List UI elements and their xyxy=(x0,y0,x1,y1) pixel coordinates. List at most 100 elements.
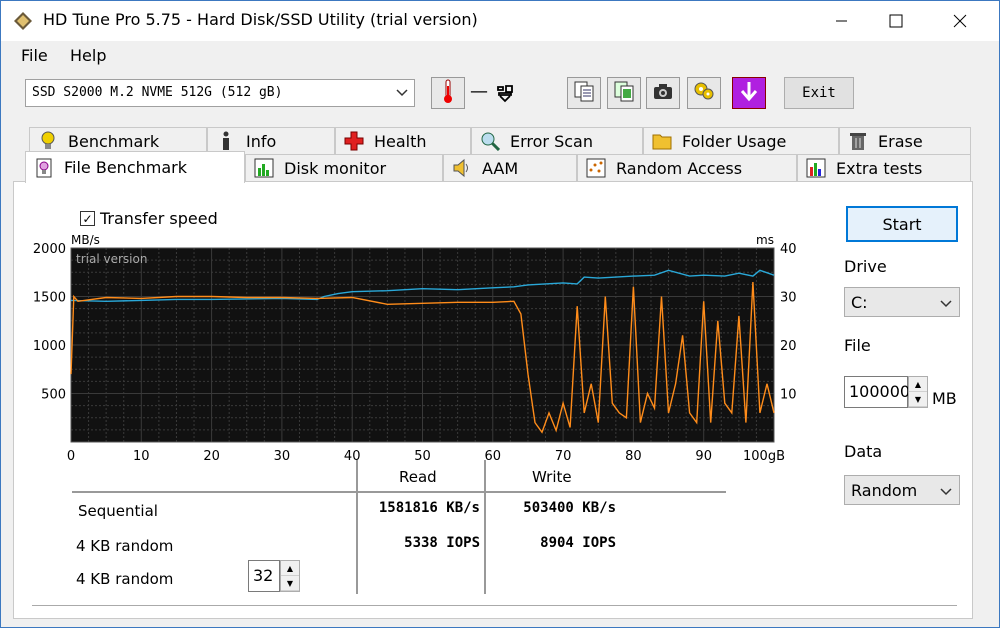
start-button[interactable]: Start xyxy=(846,206,958,242)
spin-down-icon[interactable]: ▼ xyxy=(909,392,927,407)
camera-icon xyxy=(652,82,674,104)
y-tick-left: 1500 xyxy=(33,291,66,306)
tab-label: Erase xyxy=(878,131,923,151)
thermometer-icon xyxy=(441,78,455,108)
y-tick-left: 1000 xyxy=(33,339,66,354)
tab-error-scan[interactable]: Error Scan xyxy=(471,127,643,154)
copy-info-button[interactable] xyxy=(567,77,601,109)
checkmark-icon: ✓ xyxy=(80,211,95,226)
write-header: Write xyxy=(532,468,572,486)
hdtune-app-icon xyxy=(13,11,33,31)
queue-depth-input[interactable]: 32 xyxy=(248,560,280,592)
y-tick-right: 30 xyxy=(780,291,797,306)
info-icon xyxy=(216,131,236,151)
tab-label: Folder Usage xyxy=(682,131,787,151)
minimize-button[interactable] xyxy=(819,1,865,41)
queue-depth-spinner[interactable]: ▲ ▼ xyxy=(280,560,300,592)
tab-erase[interactable]: Erase xyxy=(839,127,971,154)
chevron-down-icon xyxy=(396,86,408,102)
results-divider xyxy=(356,460,358,594)
tab-label: Health xyxy=(374,131,427,151)
download-button[interactable] xyxy=(732,77,766,109)
transfer-speed-checkbox[interactable]: ✓ Transfer speed xyxy=(80,209,218,228)
options-button[interactable] xyxy=(687,77,721,109)
read-header: Read xyxy=(399,468,437,486)
copy-icon xyxy=(573,80,595,106)
toolbar: SSD S2000 M.2 NVME 512G (512 gB) — Exit xyxy=(1,69,999,117)
data-combo-value: Random xyxy=(851,481,918,500)
sequential-write: 503400 KB/s xyxy=(523,500,616,516)
x-tick: 50 xyxy=(414,449,431,464)
drive-select-value: SSD S2000 M.2 NVME 512G (512 gB) xyxy=(32,85,283,100)
tab-disk-monitor[interactable]: Disk monitor xyxy=(245,154,443,181)
file-benchmark-icon xyxy=(34,158,54,178)
tab-folder-usage[interactable]: Folder Usage xyxy=(643,127,839,154)
sequential-read: 1581816 KB/s xyxy=(378,500,480,516)
y-unit-right: ms xyxy=(756,233,774,247)
row-label-4kb-random-qd: 4 KB random xyxy=(76,570,174,588)
drive-combo-value: C: xyxy=(851,293,868,312)
x-tick: 60 xyxy=(485,449,502,464)
maximize-button[interactable] xyxy=(873,1,919,41)
results-divider xyxy=(484,460,486,594)
tab-label: Error Scan xyxy=(510,131,593,151)
x-tick: 10 xyxy=(133,449,150,464)
close-button[interactable] xyxy=(937,1,983,41)
x-tick: 90 xyxy=(695,449,712,464)
tab-label: Disk monitor xyxy=(284,158,387,178)
menu-help[interactable]: Help xyxy=(70,46,106,65)
lightbulb-icon xyxy=(38,131,58,151)
drive-combo[interactable]: C: xyxy=(844,287,960,317)
file-label: File xyxy=(844,336,871,355)
row-label-4kb-random: 4 KB random xyxy=(76,537,174,555)
tab-info[interactable]: Info xyxy=(207,127,335,154)
x-tick: 0 xyxy=(67,449,75,464)
file-size-input[interactable]: 100000 xyxy=(844,376,910,408)
magnifier-icon xyxy=(480,131,500,151)
tab-label: Extra tests xyxy=(836,158,923,178)
health-status-icon xyxy=(495,83,515,107)
y-tick-left: 500 xyxy=(41,388,66,403)
spin-up-icon[interactable]: ▲ xyxy=(281,561,299,576)
data-label: Data xyxy=(844,442,883,461)
arrow-down-icon xyxy=(739,80,759,106)
tab-label: Random Access xyxy=(616,158,743,178)
file-size-spinner[interactable]: ▲ ▼ xyxy=(908,376,928,408)
data-combo[interactable]: Random xyxy=(844,475,960,505)
x-tick: 80 xyxy=(625,449,642,464)
tab-aam[interactable]: AAM xyxy=(443,154,577,181)
extra-tests-icon xyxy=(806,158,826,178)
copy-all-button[interactable] xyxy=(607,77,641,109)
menu-file[interactable]: File xyxy=(21,46,48,65)
tab-label: Benchmark xyxy=(68,131,160,151)
drive-label: Drive xyxy=(844,257,887,276)
tab-benchmark[interactable]: Benchmark xyxy=(29,127,207,154)
results-header-line xyxy=(72,491,726,493)
drive-select[interactable]: SSD S2000 M.2 NVME 512G (512 gB) xyxy=(25,79,415,107)
tab-health[interactable]: Health xyxy=(335,127,471,154)
options-icon xyxy=(692,80,716,106)
chevron-down-icon xyxy=(940,294,952,313)
spin-up-icon[interactable]: ▲ xyxy=(909,377,927,392)
tab-extra-tests[interactable]: Extra tests xyxy=(797,154,971,181)
tab-file-benchmark[interactable]: File Benchmark xyxy=(25,151,245,183)
title-bar: HD Tune Pro 5.75 - Hard Disk/SSD Utility… xyxy=(1,1,999,41)
exit-button[interactable]: Exit xyxy=(784,77,854,109)
x-tick: 100gB xyxy=(743,449,785,464)
y-tick-right: 10 xyxy=(780,388,797,403)
scatter-icon xyxy=(586,158,606,178)
tab-strip: Benchmark Info Health Error Scan Folder … xyxy=(11,125,973,183)
transfer-chart: trial version MB/s ms20001500100050040302… xyxy=(33,233,797,464)
4kb-random-write: 8904 IOPS xyxy=(540,535,616,551)
screenshot-button[interactable] xyxy=(646,77,680,109)
panel-bottom-divider xyxy=(32,605,957,606)
temperature-button[interactable] xyxy=(431,77,465,109)
temperature-value: — xyxy=(470,81,488,102)
watermark-text: trial version xyxy=(76,252,147,266)
y-unit-left: MB/s xyxy=(71,233,100,247)
folder-icon xyxy=(652,131,672,151)
y-tick-right: 20 xyxy=(780,339,797,354)
copy-all-icon xyxy=(613,80,635,106)
tab-random-access[interactable]: Random Access xyxy=(577,154,797,181)
spin-down-icon[interactable]: ▼ xyxy=(281,576,299,591)
